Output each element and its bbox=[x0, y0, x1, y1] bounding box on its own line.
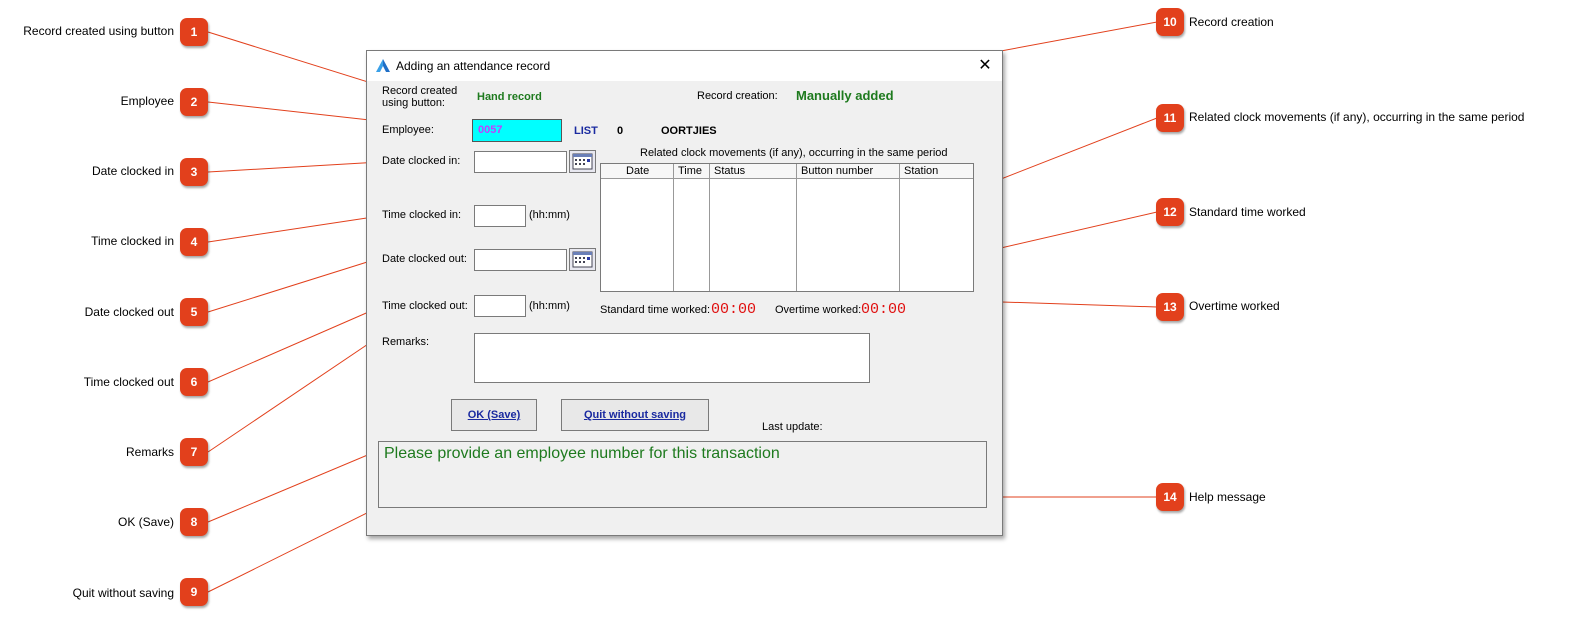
callout-badge-3: 3 bbox=[180, 158, 208, 186]
last-update-label: Last update: bbox=[762, 421, 823, 433]
grid-divider bbox=[796, 178, 797, 291]
date-out-input[interactable] bbox=[474, 249, 567, 271]
callout-badge-4: 4 bbox=[180, 228, 208, 256]
col-header-station[interactable]: Station bbox=[900, 164, 973, 178]
ok-save-button[interactable]: OK (Save) bbox=[451, 399, 537, 431]
time-in-hint: (hh:mm) bbox=[529, 209, 570, 221]
date-in-input[interactable] bbox=[474, 151, 567, 173]
date-in-label: Date clocked in: bbox=[382, 155, 461, 167]
callout-label-4: Time clocked in bbox=[91, 234, 174, 248]
callout-label-9: Quit without saving bbox=[72, 586, 174, 600]
callout-badge-5: 5 bbox=[180, 298, 208, 326]
close-icon[interactable]: ✕ bbox=[974, 55, 996, 77]
related-movements-title: Related clock movements (if any), occurr… bbox=[640, 147, 948, 159]
overtime-value: 00:00 bbox=[861, 301, 907, 318]
callout-label-8: OK (Save) bbox=[117, 515, 174, 529]
date-out-calendar-button[interactable] bbox=[569, 248, 596, 271]
dialog-title: Adding an attendance record bbox=[396, 59, 551, 73]
col-header-time[interactable]: Time bbox=[674, 164, 710, 178]
employee-code: 0 bbox=[617, 125, 624, 137]
callout-badge-13: 13 bbox=[1156, 293, 1184, 321]
callout-badge-11: 11 bbox=[1156, 104, 1184, 132]
callout-badge-8: 8 bbox=[180, 508, 208, 536]
calendar-icon bbox=[572, 251, 593, 268]
app-logo-icon bbox=[376, 59, 390, 72]
time-out-hint: (hh:mm) bbox=[529, 300, 570, 312]
callout-label-6: Time clocked out bbox=[83, 375, 174, 389]
remarks-textarea[interactable] bbox=[474, 333, 870, 383]
employee-label: Employee: bbox=[382, 124, 434, 136]
time-in-input[interactable] bbox=[474, 205, 526, 227]
callout-label-13: Overtime worked bbox=[1189, 299, 1280, 313]
callout-label-14: Help message bbox=[1189, 490, 1266, 504]
standard-time-label: Standard time worked: bbox=[600, 304, 711, 316]
col-header-date[interactable]: Date bbox=[601, 164, 674, 178]
quit-without-saving-button[interactable]: Quit without saving bbox=[561, 399, 709, 431]
employee-list-link[interactable]: LIST bbox=[574, 125, 598, 137]
grid-divider bbox=[899, 178, 900, 291]
employee-name: OORTJIES bbox=[661, 125, 717, 137]
callout-label-3: Date clocked in bbox=[91, 164, 174, 178]
help-message-box: Please provide an employee number for th… bbox=[378, 441, 987, 508]
callout-label-12: Standard time worked bbox=[1189, 205, 1306, 219]
callout-label-5: Date clocked out bbox=[84, 305, 174, 319]
record-creation-value: Manually added bbox=[796, 88, 894, 103]
grid-divider bbox=[709, 178, 710, 291]
attendance-record-dialog: Adding an attendance record ✕ Record cre… bbox=[366, 50, 1003, 536]
record-created-label-line1: Record created bbox=[382, 85, 458, 97]
time-in-label: Time clocked in: bbox=[382, 209, 462, 221]
time-out-label: Time clocked out: bbox=[382, 300, 468, 312]
callout-badge-2: 2 bbox=[180, 88, 208, 116]
callout-badge-14: 14 bbox=[1156, 483, 1184, 511]
date-in-calendar-button[interactable] bbox=[569, 150, 596, 173]
employee-input[interactable]: 0057 bbox=[472, 119, 562, 142]
callout-badge-7: 7 bbox=[180, 438, 208, 466]
callout-label-2: Employee bbox=[120, 94, 174, 108]
standard-time-value: 00:00 bbox=[711, 301, 757, 318]
time-out-input[interactable] bbox=[474, 295, 526, 317]
col-header-button-number[interactable]: Button number bbox=[797, 164, 900, 178]
callout-badge-9: 9 bbox=[180, 578, 208, 606]
col-header-status[interactable]: Status bbox=[710, 164, 797, 178]
remarks-label: Remarks: bbox=[382, 336, 430, 348]
record-created-label-line2: using button: bbox=[382, 97, 445, 109]
grid-header: Date Time Status Button number Station bbox=[601, 164, 973, 179]
callout-label-11: Related clock movements (if any), occurr… bbox=[1189, 110, 1525, 124]
record-creation-label: Record creation: bbox=[697, 90, 778, 102]
callout-badge-12: 12 bbox=[1156, 198, 1184, 226]
help-message-text: Please provide an employee number for th… bbox=[384, 445, 780, 462]
dialog-titlebar: Adding an attendance record ✕ bbox=[367, 51, 1002, 81]
callout-label-1: Record created using button bbox=[23, 24, 174, 38]
callout-badge-10: 10 bbox=[1156, 8, 1184, 36]
overtime-label: Overtime worked: bbox=[775, 304, 862, 316]
record-created-value: Hand record bbox=[477, 91, 542, 103]
callout-badge-1: 1 bbox=[180, 18, 208, 46]
callout-label-10: Record creation bbox=[1189, 15, 1274, 29]
callout-label-7: Remarks bbox=[125, 445, 174, 459]
related-movements-grid[interactable]: Date Time Status Button number Station bbox=[600, 163, 974, 292]
grid-divider bbox=[673, 178, 674, 291]
calendar-icon bbox=[572, 153, 593, 170]
callout-badge-6: 6 bbox=[180, 368, 208, 396]
date-out-label: Date clocked out: bbox=[382, 253, 467, 265]
